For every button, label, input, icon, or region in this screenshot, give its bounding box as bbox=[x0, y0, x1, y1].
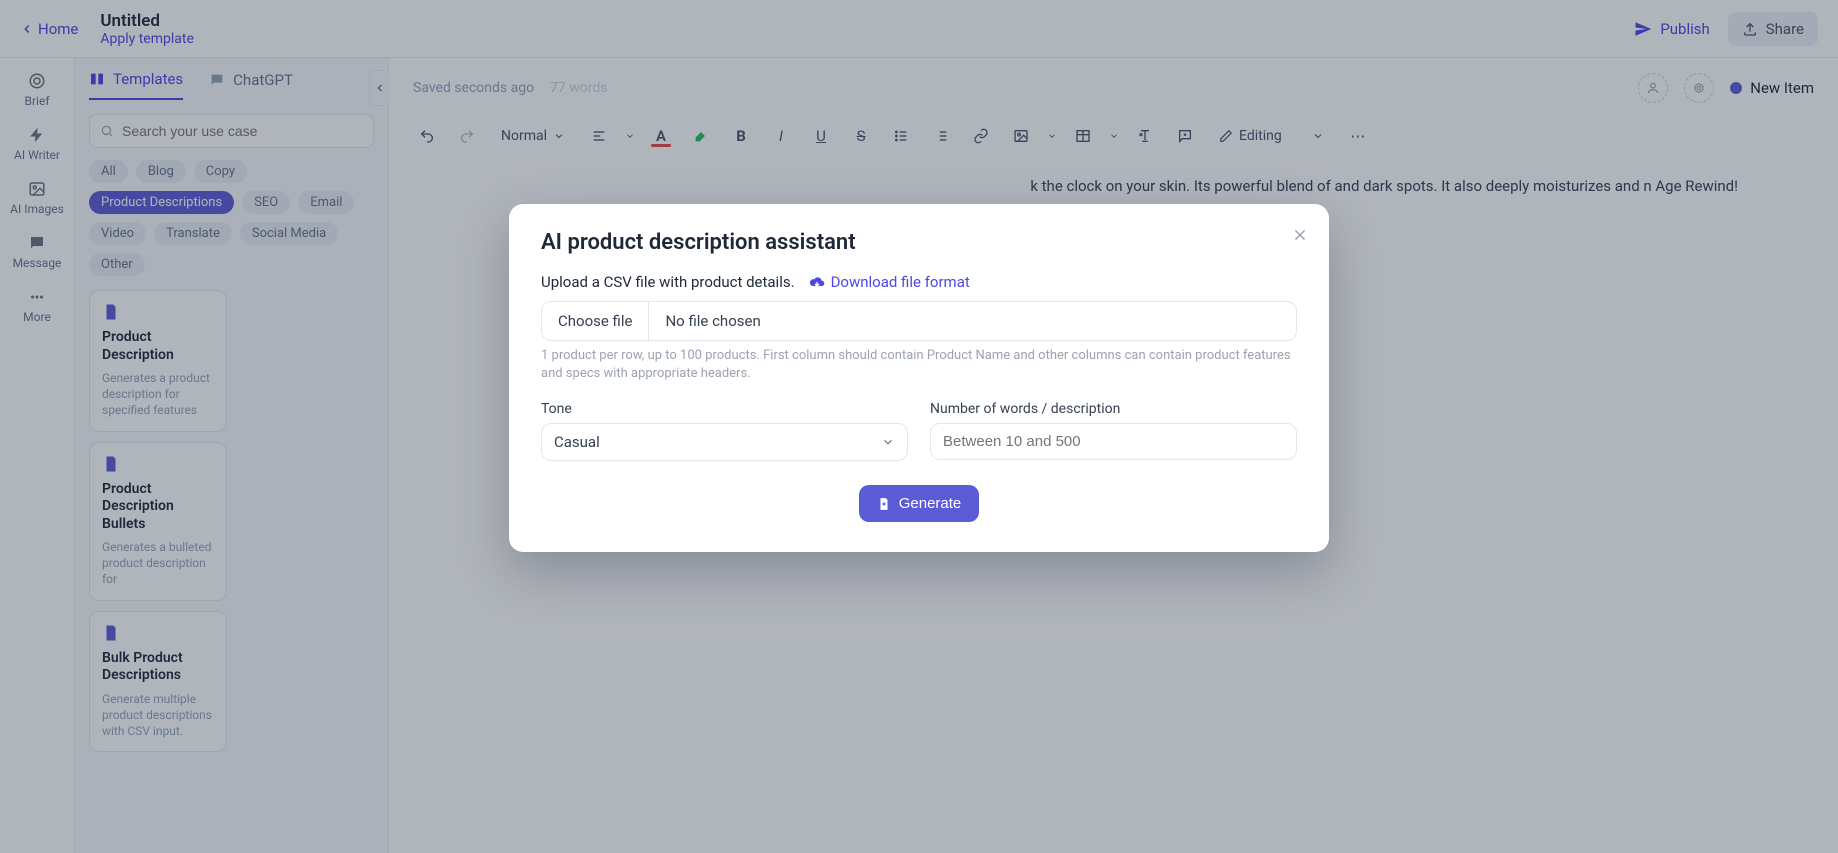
doc-plus-icon bbox=[877, 497, 891, 511]
generate-button[interactable]: Generate bbox=[859, 485, 980, 522]
words-input[interactable] bbox=[943, 433, 1284, 450]
tone-value: Casual bbox=[554, 433, 600, 451]
words-column: Number of words / description bbox=[930, 401, 1297, 461]
words-field-wrapper bbox=[930, 423, 1297, 460]
modal-title: AI product description assistant bbox=[541, 230, 1297, 255]
ai-product-description-modal: AI product description assistant Upload … bbox=[509, 204, 1329, 552]
tone-select[interactable]: Casual bbox=[541, 423, 908, 461]
modal-overlay[interactable]: AI product description assistant Upload … bbox=[0, 0, 1838, 853]
file-status-label: No file chosen bbox=[649, 302, 776, 340]
tone-label: Tone bbox=[541, 401, 908, 417]
download-label: Download file format bbox=[831, 273, 970, 291]
file-hint: 1 product per row, up to 100 products. F… bbox=[541, 347, 1297, 383]
close-modal-button[interactable] bbox=[1291, 226, 1309, 244]
upload-label: Upload a CSV file with product details. bbox=[541, 273, 795, 291]
generate-label: Generate bbox=[899, 495, 962, 512]
download-template-link[interactable]: Download file format bbox=[809, 273, 970, 291]
words-label: Number of words / description bbox=[930, 401, 1297, 417]
upload-row: Upload a CSV file with product details. … bbox=[541, 273, 1297, 291]
chevron-down-icon bbox=[881, 435, 895, 449]
choose-file-button[interactable]: Choose file bbox=[542, 302, 649, 340]
cloud-download-icon bbox=[809, 274, 825, 290]
file-input-row: Choose file No file chosen bbox=[541, 301, 1297, 341]
tone-column: Tone Casual bbox=[541, 401, 908, 461]
modal-form-row: Tone Casual Number of words / descriptio… bbox=[541, 401, 1297, 461]
